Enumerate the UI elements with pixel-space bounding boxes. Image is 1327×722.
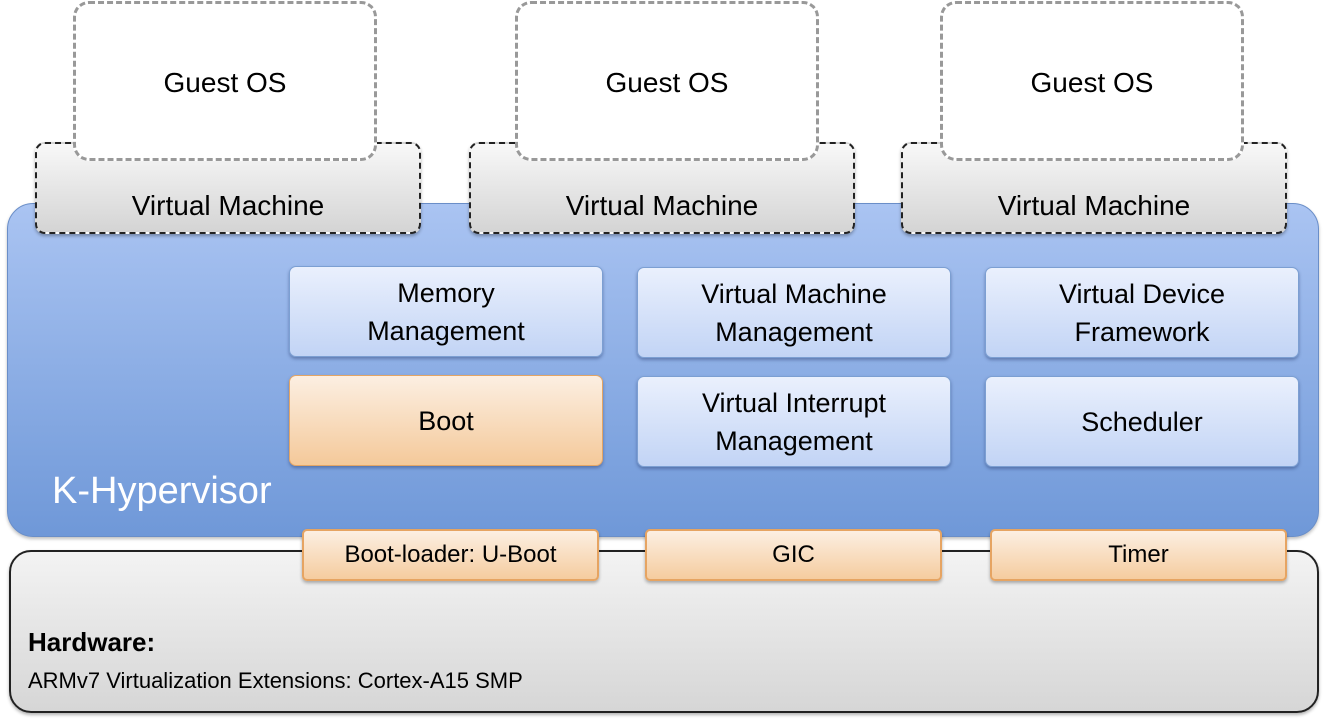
module-line: Virtual Interrupt <box>701 387 887 418</box>
module-virtual-device-framework: Virtual Device Framework <box>985 267 1299 358</box>
hardware-interface-timer: Timer <box>990 529 1287 581</box>
module-line: Virtual Device <box>1058 278 1226 309</box>
module-line: Management <box>367 315 525 346</box>
module-line: Management <box>715 425 873 456</box>
module-virtual-machine-management: Virtual Machine Management <box>637 267 951 358</box>
module-line: Virtual Machine <box>701 278 887 309</box>
module-line: Framework <box>1074 316 1210 347</box>
module-scheduler: Scheduler <box>985 376 1299 467</box>
guest-os-label: Guest OS <box>1030 67 1154 98</box>
hardware-description: ARMv7 Virtualization Extensions: Cortex-… <box>28 668 523 693</box>
guest-os-label: Guest OS <box>605 67 729 98</box>
hardware-interface-label: Boot-loader: U-Boot <box>344 541 557 568</box>
hardware-interface-gic: GIC <box>645 529 942 581</box>
hypervisor-label: K-Hypervisor <box>52 470 272 512</box>
hardware-title: Hardware: <box>28 627 156 657</box>
module-memory-management: Memory Management <box>289 266 603 357</box>
module-line: Memory <box>397 277 495 308</box>
module-line: Management <box>715 316 873 347</box>
module-virtual-interrupt-management: Virtual Interrupt Management <box>637 376 951 467</box>
guest-os-label: Guest OS <box>163 67 287 98</box>
hardware-interface-label: GIC <box>772 541 815 568</box>
virtual-machine-label: Virtual Machine <box>131 190 325 221</box>
virtual-machine-label: Virtual Machine <box>565 190 759 221</box>
hardware-interface-bootloader: Boot-loader: U-Boot <box>302 529 599 581</box>
module-line: Boot <box>418 405 474 436</box>
virtual-machine-label: Virtual Machine <box>997 190 1191 221</box>
module-line: Scheduler <box>1081 406 1203 437</box>
hardware-interface-label: Timer <box>1108 541 1169 568</box>
module-boot: Boot <box>289 375 603 466</box>
